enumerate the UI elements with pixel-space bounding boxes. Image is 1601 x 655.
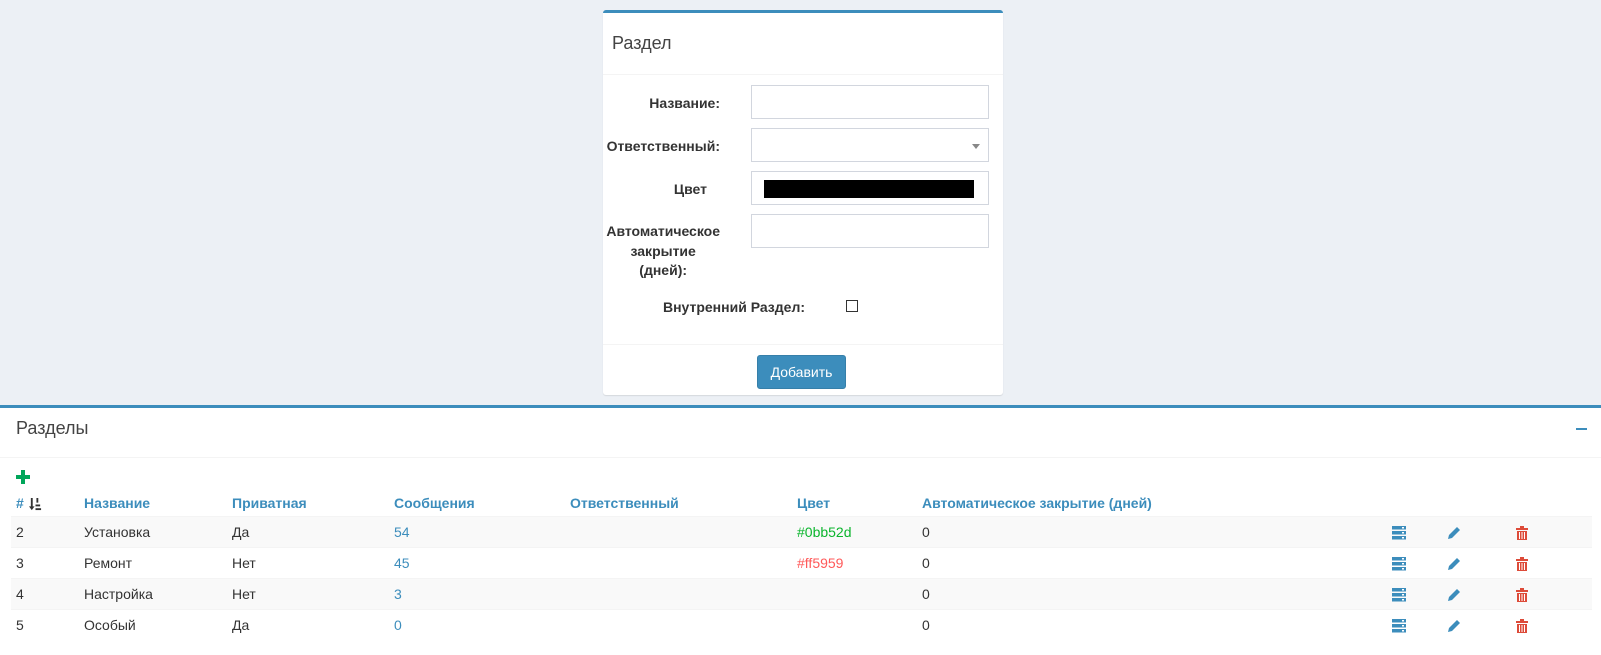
color-label: Цвет <box>673 181 707 197</box>
section-form-box: Раздел Название: Ответственный: Цвет Авт… <box>603 10 1003 395</box>
autoclose-input[interactable] <box>751 214 989 248</box>
cell-messages-link[interactable]: 54 <box>394 524 410 540</box>
cell-messages-link[interactable]: 3 <box>394 586 402 602</box>
plus-icon[interactable] <box>16 470 30 484</box>
autoclose-label: Автоматическое закрытие (дней): <box>606 222 720 281</box>
cell-responsible <box>565 578 792 610</box>
cell-id: 4 <box>11 578 79 610</box>
name-input[interactable] <box>751 85 989 119</box>
cell-id: 3 <box>11 547 79 579</box>
autoclose-label-line1: Автоматическое <box>606 223 720 239</box>
autoclose-label-line2: закрытие <box>630 242 696 259</box>
cell-messages-link[interactable]: 0 <box>394 617 402 633</box>
cell-autoclose: 0 <box>917 516 1387 548</box>
cell-name: Ремонт <box>79 547 227 579</box>
cell-private: Да <box>227 609 389 640</box>
cell-color: #ff5959 <box>792 547 917 579</box>
list-icon[interactable] <box>1392 619 1406 633</box>
list-icon[interactable] <box>1392 557 1406 571</box>
pencil-icon[interactable] <box>1447 619 1461 633</box>
cell-autoclose: 0 <box>917 609 1387 640</box>
cell-id: 5 <box>11 609 79 640</box>
cell-responsible <box>565 516 792 548</box>
column-header-action-delete <box>1510 490 1592 517</box>
responsible-select[interactable] <box>751 128 989 162</box>
cell-responsible <box>565 609 792 640</box>
table-row: 4 Настройка Нет 3 0 <box>11 578 1592 610</box>
internal-checkbox[interactable] <box>846 300 858 312</box>
cell-autoclose: 0 <box>917 547 1387 579</box>
add-button[interactable]: Добавить <box>757 355 846 389</box>
cell-autoclose: 0 <box>917 578 1387 610</box>
list-icon[interactable] <box>1392 588 1406 602</box>
cell-name: Особый <box>79 609 227 640</box>
autoclose-label-line3: (дней): <box>639 262 688 278</box>
responsible-label: Ответственный: <box>606 138 720 154</box>
column-header-messages[interactable]: Сообщения <box>389 490 565 517</box>
cell-id: 2 <box>11 516 79 548</box>
cell-private: Нет <box>227 547 389 579</box>
pencil-icon[interactable] <box>1447 526 1461 540</box>
column-header-action-edit <box>1442 490 1510 517</box>
column-header-action-list <box>1387 490 1442 517</box>
column-header-private[interactable]: Приватная <box>227 490 389 517</box>
pencil-icon[interactable] <box>1447 557 1461 571</box>
column-header-color[interactable]: Цвет <box>792 490 917 517</box>
sort-numeric-icon[interactable] <box>28 497 42 511</box>
cell-responsible <box>565 547 792 579</box>
cell-color <box>792 578 917 610</box>
column-num-label: # <box>16 495 24 511</box>
cell-name: Установка <box>79 516 227 548</box>
trash-icon[interactable] <box>1515 526 1529 541</box>
column-header-num[interactable]: # <box>11 490 79 517</box>
cell-private: Да <box>227 516 389 548</box>
cell-messages-link[interactable]: 45 <box>394 555 410 571</box>
minus-icon[interactable] <box>1576 428 1587 430</box>
sections-table: # Название Приватная Сообщения Ответстве… <box>11 490 1592 640</box>
chevron-down-icon <box>972 144 980 149</box>
column-header-name[interactable]: Название <box>79 490 227 517</box>
cell-name: Настройка <box>79 578 227 610</box>
cell-color <box>792 609 917 640</box>
cell-private: Нет <box>227 578 389 610</box>
trash-icon[interactable] <box>1515 588 1529 603</box>
form-footer: Добавить <box>603 344 1003 395</box>
internal-label: Внутренний Раздел: <box>662 299 805 315</box>
table-row: 3 Ремонт Нет 45 #ff5959 0 <box>11 547 1592 579</box>
column-header-autoclose[interactable]: Автоматическое закрытие (дней) <box>917 490 1387 517</box>
column-header-responsible[interactable]: Ответственный <box>565 490 792 517</box>
list-icon[interactable] <box>1392 526 1406 540</box>
form-title: Раздел <box>603 13 1003 75</box>
table-row: 5 Особый Да 0 0 <box>11 609 1592 640</box>
table-row: 2 Установка Да 54 #0bb52d 0 <box>11 516 1592 548</box>
color-picker[interactable] <box>751 171 989 205</box>
list-title: Разделы <box>0 408 1601 458</box>
table-header-row: # Название Приватная Сообщения Ответстве… <box>11 490 1592 517</box>
cell-color: #0bb52d <box>792 516 917 548</box>
trash-icon[interactable] <box>1515 619 1529 634</box>
pencil-icon[interactable] <box>1447 588 1461 602</box>
name-label: Название: <box>649 95 720 111</box>
trash-icon[interactable] <box>1515 557 1529 572</box>
sections-list-box: Разделы # Название Приватная Сообщения О… <box>0 405 1601 655</box>
color-swatch <box>764 180 974 198</box>
